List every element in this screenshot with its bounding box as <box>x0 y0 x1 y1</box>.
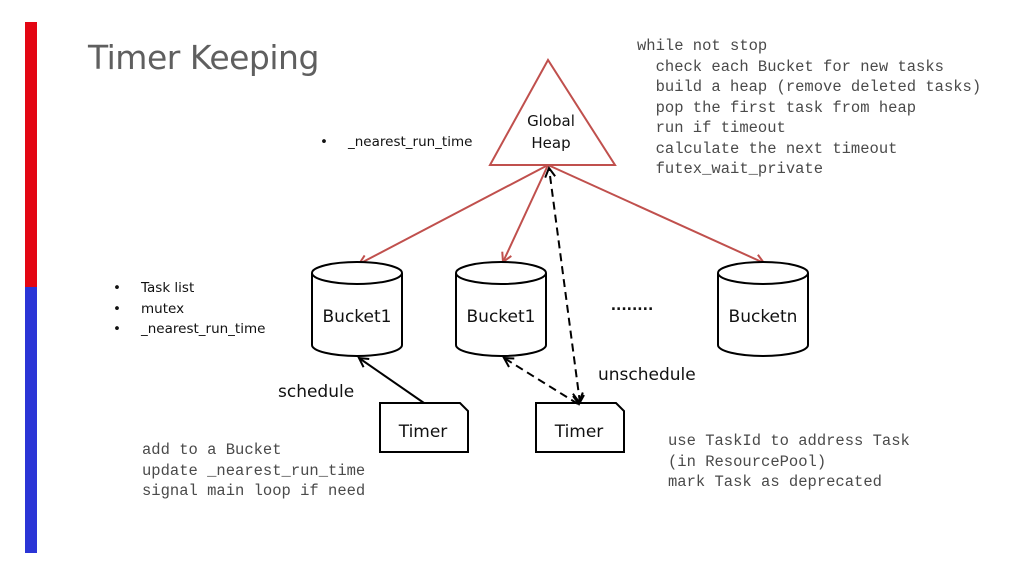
code-line: use TaskId to address Task <box>668 432 910 450</box>
timer-node: Timer <box>379 402 469 453</box>
cylinder-top-icon <box>717 261 809 285</box>
unschedule-arrow-to-bucket <box>504 358 579 405</box>
bucket-node: Bucket1 <box>311 261 403 357</box>
cylinder-top-icon <box>455 261 547 285</box>
unschedule-label: unschedule <box>598 365 696 385</box>
code-line: (in ResourcePool) <box>668 452 827 471</box>
schedule-arrow <box>359 358 425 404</box>
code-line: mark Task as deprecated <box>668 473 882 491</box>
heap-label-line2: Heap <box>531 134 570 152</box>
heap-to-bucket-arrow <box>547 164 764 263</box>
bucket-node: Bucket1 <box>455 261 547 357</box>
schedule-label: schedule <box>278 382 354 402</box>
bucket-node: Bucketn <box>717 261 809 357</box>
bucket-label: Bucket1 <box>467 307 536 327</box>
bucket-ellipsis: ........ <box>611 298 654 314</box>
unschedule-arrow-to-heap <box>549 168 581 404</box>
unschedule-steps: use TaskId to address Task (in ResourceP… <box>668 431 910 493</box>
code-line: add to a Bucket <box>142 441 282 459</box>
timer-node: Timer <box>535 402 625 453</box>
bucket-label: Bucket1 <box>323 307 392 327</box>
global-heap-node: Global Heap <box>488 58 617 166</box>
code-line: signal main loop if need <box>142 482 366 500</box>
cylinder-top-icon <box>311 261 403 285</box>
heap-to-bucket-arrow <box>503 164 549 262</box>
timer-label: Timer <box>398 422 448 442</box>
code-line: update _nearest_run_time <box>142 461 366 480</box>
timer-label: Timer <box>554 422 604 442</box>
heap-to-bucket-arrow <box>359 164 549 264</box>
heap-label-line1: Global <box>527 112 575 130</box>
schedule-steps: add to a Bucket update _nearest_run_time… <box>142 440 365 502</box>
bucket-label: Bucketn <box>729 307 798 327</box>
